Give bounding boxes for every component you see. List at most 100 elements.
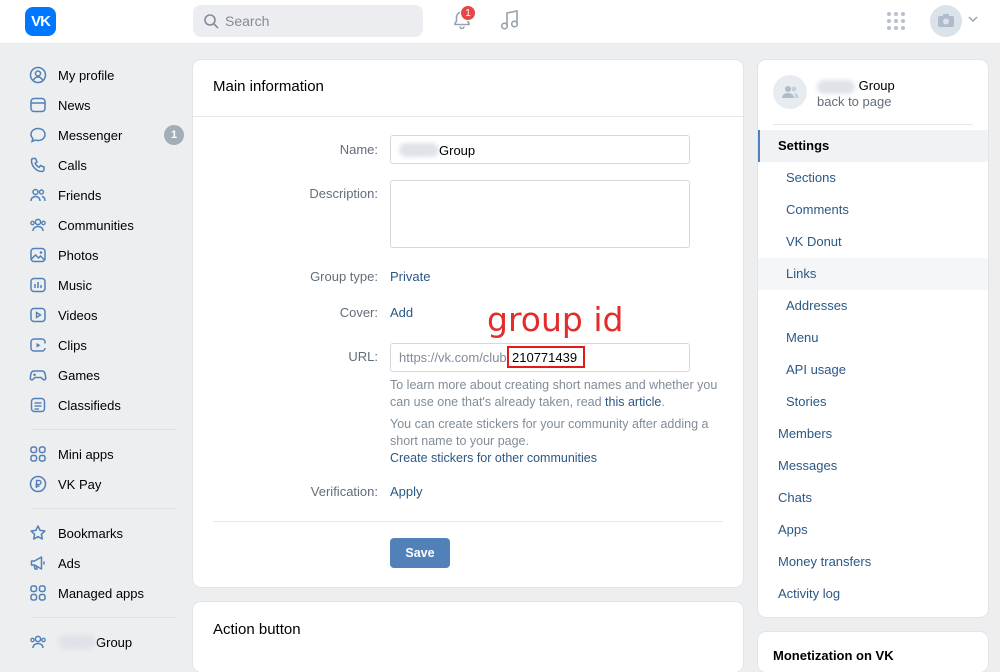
settings-nav-members[interactable]: Members xyxy=(758,418,988,450)
settings-nav-sections[interactable]: Sections xyxy=(758,162,988,194)
settings-nav-messages[interactable]: Messages xyxy=(758,450,988,482)
sidebar-item-clips[interactable]: Clips xyxy=(24,330,184,360)
sidebar-item-managed-apps[interactable]: Managed apps xyxy=(24,578,184,608)
user-avatar[interactable] xyxy=(930,5,962,37)
help-text-end: . xyxy=(661,395,665,409)
sidebar-item-label: Music xyxy=(58,277,92,293)
sidebar-item-games[interactable]: Games xyxy=(24,360,184,390)
group-type-label: Group type: xyxy=(310,269,378,284)
verification-apply-link[interactable]: Apply xyxy=(390,484,423,499)
settings-nav-activity-log[interactable]: Activity log xyxy=(758,578,988,610)
monetization-title: Monetization on VK xyxy=(773,648,894,663)
unread-count-badge: 1 xyxy=(164,125,184,145)
help-text: You can create stickers for your communi… xyxy=(390,417,709,448)
settings-nav-stories[interactable]: Stories xyxy=(758,386,988,418)
sidebar-item-videos[interactable]: Videos xyxy=(24,300,184,330)
stickers-help: You can create stickers for your communi… xyxy=(390,416,725,467)
sidebar-item-news[interactable]: News xyxy=(24,90,184,120)
chevron-down-icon[interactable] xyxy=(968,15,978,23)
sidebar-item-label: Calls xyxy=(58,157,87,173)
group-id-highlight-box xyxy=(507,346,585,368)
sidebar-item-label: My profile xyxy=(58,67,115,83)
settings-nav-chats[interactable]: Chats xyxy=(758,482,988,514)
settings-nav-menu[interactable]: Menu xyxy=(758,322,988,354)
group-type-link[interactable]: Private xyxy=(390,269,430,284)
cover-label: Cover: xyxy=(339,305,378,320)
sidebar-item-label: Videos xyxy=(58,307,98,323)
cover-add-link[interactable]: Add xyxy=(390,305,413,320)
sidebar-item-my-profile[interactable]: My profile xyxy=(24,60,184,90)
star-icon xyxy=(28,523,48,543)
search-box[interactable] xyxy=(193,5,423,37)
sidebar-item-classifieds[interactable]: Classifieds xyxy=(24,390,184,420)
group-name-text: Group xyxy=(858,78,895,93)
messenger-icon xyxy=(28,125,48,145)
sidebar-item-messenger[interactable]: Messenger 1 xyxy=(24,120,184,150)
url-label: URL: xyxy=(348,349,378,364)
sidebar-item-vk-pay[interactable]: VK Pay xyxy=(24,469,184,499)
settings-nav-links[interactable]: Links xyxy=(758,258,988,290)
friends-icon xyxy=(28,185,48,205)
sidebar-item-label: Friends xyxy=(58,187,102,203)
apps-grid-icon[interactable] xyxy=(886,11,906,31)
verification-label: Verification: xyxy=(310,484,378,499)
sidebar-item-label: Messenger xyxy=(58,127,123,143)
settings-nav-vk-donut[interactable]: VK Donut xyxy=(758,226,988,258)
left-sidebar: My profile News Messenger 1 Calls Friends Comm… xyxy=(24,60,184,657)
vk-logo[interactable]: VK xyxy=(25,7,56,36)
settings-nav-settings[interactable]: Settings xyxy=(758,130,988,162)
settings-nav-comments[interactable]: Comments xyxy=(758,194,988,226)
name-field[interactable]: Group xyxy=(390,135,690,164)
main-information-card: Main information Name: Group Description… xyxy=(193,60,743,587)
card-title: Main information xyxy=(213,78,324,95)
sidebar-item-label: Mini apps xyxy=(58,446,114,462)
sidebar-divider xyxy=(32,508,176,509)
settings-nav-addresses[interactable]: Addresses xyxy=(758,290,988,322)
settings-nav-apps[interactable]: Apps xyxy=(758,514,988,546)
games-icon xyxy=(28,365,48,385)
group-id-annotation: group id xyxy=(487,300,624,339)
back-to-page-link[interactable]: back to page xyxy=(817,94,891,109)
search-input[interactable] xyxy=(225,5,415,37)
clips-icon xyxy=(28,335,48,355)
sidebar-item-bookmarks[interactable]: Bookmarks xyxy=(24,518,184,548)
sidebar-item-label: Clips xyxy=(58,337,87,353)
communities-icon xyxy=(28,215,48,235)
description-label: Description: xyxy=(309,186,378,201)
sidebar-item-music[interactable]: Music xyxy=(24,270,184,300)
group-name: Group xyxy=(817,78,895,94)
camera-icon xyxy=(938,14,954,27)
sidebar-item-calls[interactable]: Calls xyxy=(24,150,184,180)
search-icon xyxy=(204,14,219,29)
mini-apps-icon xyxy=(28,444,48,464)
notification-badge: 1 xyxy=(460,5,476,21)
save-button[interactable]: Save xyxy=(390,538,450,568)
divider xyxy=(213,521,723,522)
create-stickers-link[interactable]: Create stickers for other communities xyxy=(390,451,597,465)
phone-icon xyxy=(28,155,48,175)
settings-nav-money-transfers[interactable]: Money transfers xyxy=(758,546,988,578)
this-article-link[interactable]: this article xyxy=(605,395,661,409)
help-text: To learn more about creating short names… xyxy=(390,378,718,409)
music-note-icon[interactable] xyxy=(499,8,521,32)
sidebar-item-label: Managed apps xyxy=(58,585,145,601)
blurred-name xyxy=(399,143,439,157)
sidebar-item-friends[interactable]: Friends xyxy=(24,180,184,210)
monetization-card: Monetization on VK xyxy=(758,632,988,672)
top-header: VK 1 xyxy=(0,0,1000,44)
blurred-name xyxy=(58,635,96,649)
action-button-card: Action button xyxy=(193,602,743,672)
profile-icon xyxy=(28,65,48,85)
name-value: Group xyxy=(439,143,476,158)
sidebar-item-photos[interactable]: Photos xyxy=(24,240,184,270)
sidebar-item-label: Classifieds xyxy=(58,397,121,413)
divider xyxy=(773,124,973,125)
description-field[interactable] xyxy=(390,180,690,248)
sidebar-item-mini-apps[interactable]: Mini apps xyxy=(24,439,184,469)
settings-nav-api-usage[interactable]: API usage xyxy=(758,354,988,386)
sidebar-item-communities[interactable]: Communities xyxy=(24,210,184,240)
sidebar-item-label: Ads xyxy=(58,555,81,571)
sidebar-item-label: Photos xyxy=(58,247,99,263)
sidebar-item-group[interactable]: Group xyxy=(24,627,184,657)
sidebar-item-ads[interactable]: Ads xyxy=(24,548,184,578)
